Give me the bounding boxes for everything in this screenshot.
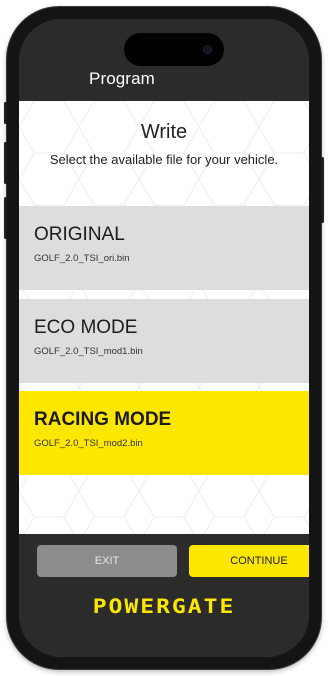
page-title: Program <box>89 69 155 88</box>
option-original[interactable]: ORIGINAL GOLF_2.0_TSI_ori.bin <box>19 206 309 290</box>
option-filename: GOLF_2.0_TSI_mod1.bin <box>34 346 143 357</box>
option-name: RACING MODE <box>34 409 172 430</box>
option-name: ECO MODE <box>34 317 138 338</box>
action-button <box>4 102 7 124</box>
write-subtitle: Select the available file for your vehic… <box>49 152 279 167</box>
continue-button[interactable]: CONTINUE <box>189 545 309 577</box>
dynamic-island <box>124 33 224 66</box>
screen: Program Write Select the available file … <box>19 19 309 657</box>
option-filename: GOLF_2.0_TSI_mod2.bin <box>34 438 143 449</box>
volume-down-button <box>4 197 7 239</box>
power-button <box>321 157 324 223</box>
content-area: Write Select the available file for your… <box>19 101 309 534</box>
camera-icon <box>203 45 212 54</box>
write-heading: Write <box>140 121 188 143</box>
option-racing-mode[interactable]: RACING MODE GOLF_2.0_TSI_mod2.bin <box>19 391 309 475</box>
powergate-logo: POWERGATE <box>19 594 309 620</box>
option-eco-mode[interactable]: ECO MODE GOLF_2.0_TSI_mod1.bin <box>19 299 309 383</box>
phone-frame: Program Write Select the available file … <box>4 7 324 669</box>
volume-up-button <box>4 142 7 184</box>
option-name: ORIGINAL <box>34 224 125 245</box>
exit-button[interactable]: EXIT <box>37 545 177 577</box>
logo-text: POWERGATE <box>92 595 236 619</box>
option-filename: GOLF_2.0_TSI_ori.bin <box>34 253 130 264</box>
